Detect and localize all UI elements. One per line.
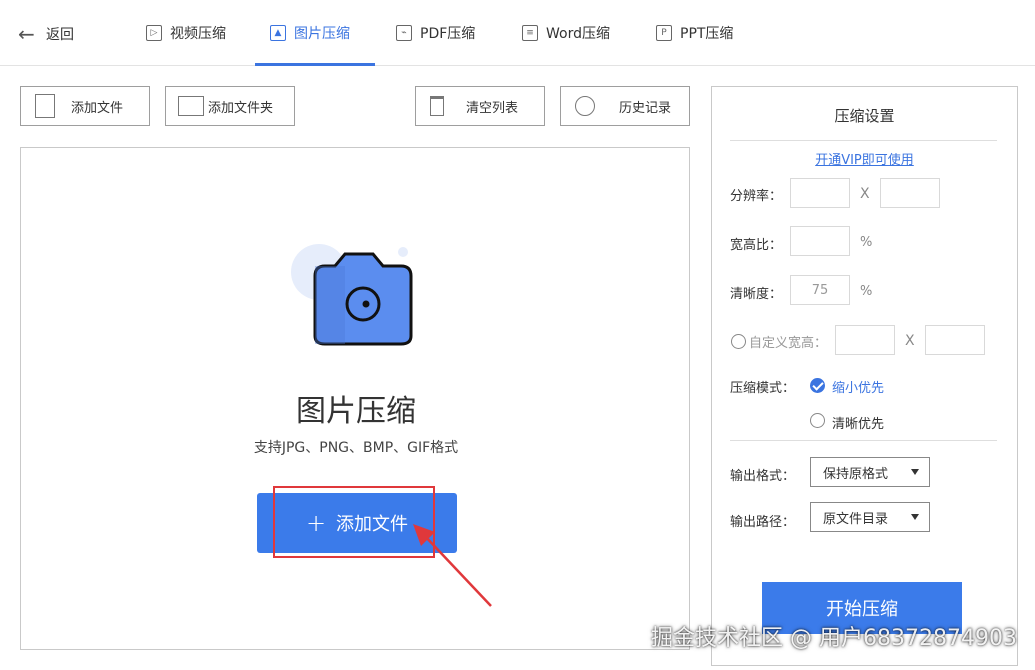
mode-clarity-label[interactable]: 清晰优先: [832, 413, 884, 432]
output-format-label: 输出格式：: [730, 469, 796, 484]
add-file-button[interactable]: 添加文件: [20, 86, 150, 126]
clock-icon: [575, 96, 595, 116]
mode-clarity-radio[interactable]: [810, 413, 825, 428]
clarity-label: 清晰度：: [730, 287, 783, 302]
history-button[interactable]: 历史记录: [560, 86, 690, 126]
top-nav-bar: ← 返回 ▷ 视频压缩 ▲ 图片压缩 ⌁ PDF压缩 ≡ Word压缩 P PP…: [0, 0, 1035, 66]
clear-list-button[interactable]: 清空列表: [415, 86, 545, 126]
back-arrow-icon: ←: [18, 22, 35, 46]
compress-settings-panel: 压缩设置 开通VIP即可使用 分辨率： X 宽高比： % 清晰度： 75 % 自…: [711, 86, 1018, 666]
output-format-select[interactable]: 保持原格式: [810, 457, 930, 487]
chevron-down-icon: [911, 514, 919, 520]
tab-label: PPT压缩: [680, 26, 734, 42]
supported-formats-text: 支持JPG、PNG、BMP、GIF格式: [253, 440, 459, 456]
aspect-ratio-label: 宽高比：: [730, 238, 783, 253]
tab-label: PDF压缩: [420, 26, 476, 42]
ppt-file-icon: P: [656, 25, 672, 41]
tab-pdf-compress[interactable]: ⌁ PDF压缩: [396, 0, 475, 66]
back-label: 返回: [46, 27, 74, 43]
add-folder-icon: [178, 96, 204, 116]
times-symbol: X: [905, 333, 915, 349]
mode-shrink-label[interactable]: 缩小优先: [832, 377, 884, 396]
resolution-label: 分辨率：: [730, 189, 783, 204]
custom-size-radio[interactable]: [731, 334, 746, 349]
history-label: 历史记录: [619, 100, 672, 116]
clarity-input[interactable]: 75: [790, 275, 850, 305]
tab-ppt-compress[interactable]: P PPT压缩: [656, 0, 733, 66]
compress-mode-label: 压缩模式：: [730, 381, 796, 396]
annotation-arrow-icon: [413, 524, 492, 607]
back-button[interactable]: ← 返回: [18, 22, 74, 46]
add-folder-button[interactable]: 添加文件夹: [165, 86, 295, 126]
custom-width-input[interactable]: [835, 325, 895, 355]
add-file-icon: [35, 94, 55, 118]
output-path-select[interactable]: 原文件目录: [810, 502, 930, 532]
camera-illustration: [289, 240, 439, 350]
vip-link[interactable]: 开通VIP即可使用: [712, 149, 1017, 168]
chevron-down-icon: [911, 469, 919, 475]
file-drop-area[interactable]: 图片压缩 支持JPG、PNG、BMP、GIF格式 + 添加文件: [20, 147, 690, 650]
add-file-label: 添加文件: [71, 100, 124, 116]
percent-symbol: %: [860, 235, 873, 250]
drop-area-title: 图片压缩: [296, 394, 416, 429]
resolution-width-input[interactable]: [790, 178, 850, 208]
tab-video-compress[interactable]: ▷ 视频压缩: [146, 0, 226, 66]
settings-title: 压缩设置: [834, 107, 895, 125]
video-file-icon: ▷: [146, 25, 162, 41]
tab-word-compress[interactable]: ≡ Word压缩: [522, 0, 610, 66]
tab-label: 视频压缩: [170, 26, 226, 42]
image-file-icon: ▲: [270, 25, 286, 41]
tab-label: Word压缩: [546, 26, 610, 42]
active-tab-indicator: [255, 63, 375, 66]
mode-shrink-radio[interactable]: [810, 378, 825, 393]
add-folder-label: 添加文件夹: [208, 100, 274, 116]
times-symbol: X: [860, 186, 870, 202]
tab-image-compress[interactable]: ▲ 图片压缩: [270, 0, 350, 66]
trash-icon: [430, 96, 444, 116]
percent-symbol: %: [860, 284, 873, 299]
output-format-value: 保持原格式: [823, 466, 889, 482]
custom-height-input[interactable]: [925, 325, 985, 355]
tab-label: 图片压缩: [294, 26, 350, 42]
output-path-label: 输出路径：: [730, 515, 796, 530]
divider: [730, 440, 997, 441]
pdf-file-icon: ⌁: [396, 25, 412, 41]
aspect-ratio-input[interactable]: [790, 226, 850, 256]
word-file-icon: ≡: [522, 25, 538, 41]
resolution-height-input[interactable]: [880, 178, 940, 208]
clear-list-label: 清空列表: [466, 100, 519, 116]
custom-size-label: 自定义宽高：: [749, 336, 828, 351]
watermark-text: 掘金技术社区 @ 用户68372874903: [651, 626, 1017, 651]
output-path-value: 原文件目录: [823, 511, 889, 527]
camera-icon: [291, 244, 413, 346]
divider: [730, 140, 997, 141]
